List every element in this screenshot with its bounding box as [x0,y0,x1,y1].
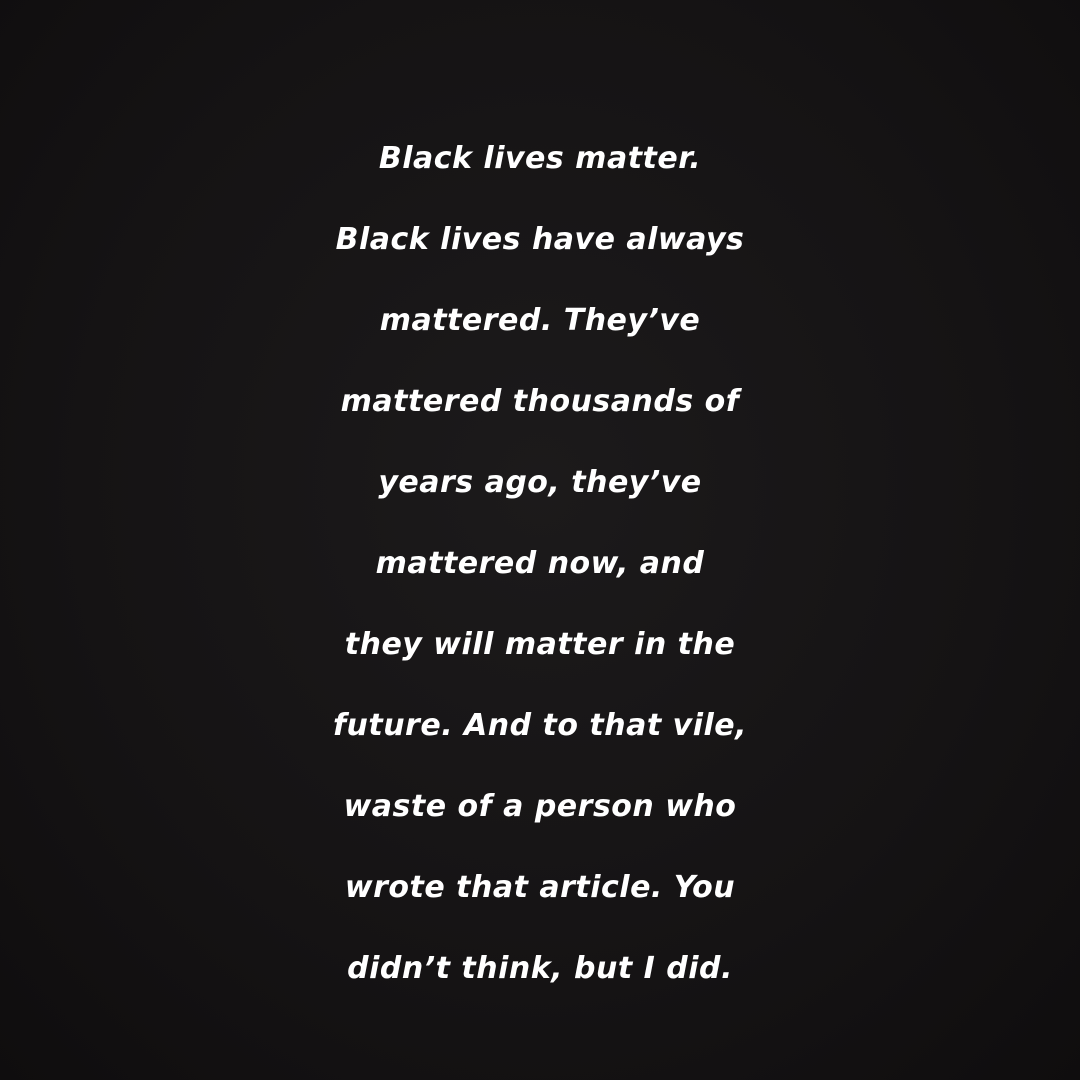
story-text-line: didn’t think, but I did. [347,951,733,986]
story-text-line: future. And to that vile, [332,708,748,743]
story-text-line: they will matter in the [344,627,736,662]
story-text-line: mattered now, and [375,546,705,581]
story-text-line: mattered. They’ve [379,303,701,338]
story-text-line: Black lives matter. [378,141,702,176]
story-text-line: waste of a person who [343,789,737,824]
story-text-block: Black lives matter. Black lives have alw… [0,118,1080,1009]
story-text-line: mattered thousands of [340,384,740,419]
story-text-line: wrote that article. You [344,870,736,905]
story-text-line: years ago, they’ve [378,465,702,500]
story-text-line: Black lives have always [335,222,745,257]
story-canvas: Black lives matter. Black lives have alw… [0,0,1080,1080]
